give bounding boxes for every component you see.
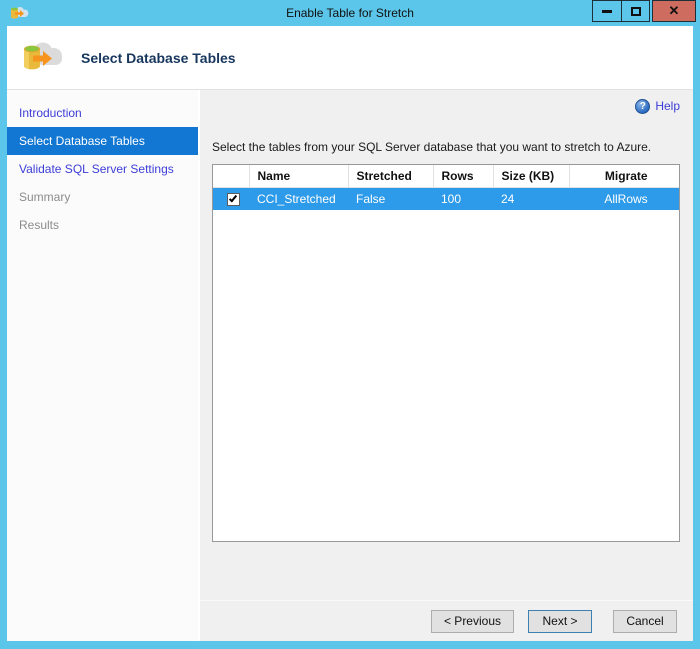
- previous-button[interactable]: < Previous: [430, 609, 514, 633]
- caption-buttons: ✕: [592, 0, 696, 22]
- minimize-icon: [602, 9, 612, 13]
- select-tables-panel: ? Help Select the tables from your SQL S…: [200, 90, 693, 600]
- tables-table: Name Stretched Rows Size (KB) Migrate CC…: [213, 165, 679, 210]
- instruction-text: Select the tables from your SQL Server d…: [212, 140, 652, 154]
- cell-size-kb: 24: [493, 187, 569, 210]
- help-link[interactable]: Help: [655, 99, 680, 113]
- cell-rows: 100: [433, 187, 493, 210]
- content-area: Introduction Select Database Tables Vali…: [7, 90, 693, 641]
- title-bar: Enable Table for Stretch ✕: [0, 0, 700, 26]
- button-bar: < Previous Next > Cancel: [200, 600, 693, 641]
- sidebar-item-introduction[interactable]: Introduction: [7, 99, 198, 127]
- dialog-frame: Select Database Tables Introduction Sele…: [7, 26, 693, 641]
- row-checkbox[interactable]: [226, 192, 240, 206]
- help-icon: ?: [635, 98, 651, 114]
- maximize-icon: [630, 6, 641, 16]
- sidebar-item-summary: Summary: [19, 190, 71, 204]
- sidebar-item-select-database-tables[interactable]: Select Database Tables: [7, 127, 198, 155]
- table-header-row: Name Stretched Rows Size (KB) Migrate: [213, 165, 679, 188]
- page-title: Select Database Tables: [81, 49, 236, 66]
- column-header-rows[interactable]: Rows: [433, 165, 494, 188]
- next-button[interactable]: Next >: [528, 609, 592, 633]
- column-header-size-kb[interactable]: Size (KB): [493, 165, 570, 188]
- cancel-button[interactable]: Cancel: [613, 609, 677, 633]
- checkmark-icon: [228, 194, 238, 203]
- close-icon: ✕: [668, 3, 680, 18]
- column-header-checkbox: [213, 165, 250, 188]
- table-row[interactable]: CCI_Stretched False 100 24 AllRows: [213, 187, 679, 210]
- tables-grid: Name Stretched Rows Size (KB) Migrate CC…: [212, 164, 680, 542]
- cell-name: CCI_Stretched: [249, 187, 348, 210]
- maximize-button[interactable]: [621, 0, 650, 22]
- wizard-steps-sidebar: Introduction Select Database Tables Vali…: [7, 90, 200, 641]
- column-header-stretched[interactable]: Stretched: [348, 165, 434, 188]
- stretch-database-icon: [24, 42, 62, 69]
- close-button[interactable]: ✕: [652, 0, 696, 22]
- help-row: ? Help: [212, 98, 680, 114]
- column-header-migrate[interactable]: Migrate: [569, 165, 679, 188]
- enable-table-for-stretch-dialog: { "window": { "title": "Enable Table for…: [0, 0, 700, 649]
- cell-stretched: False: [348, 187, 433, 210]
- column-header-name[interactable]: Name: [249, 165, 349, 188]
- sidebar-item-validate-sql-server-settings[interactable]: Validate SQL Server Settings: [7, 155, 198, 183]
- wizard-header: Select Database Tables: [7, 26, 693, 90]
- main-column: ? Help Select the tables from your SQL S…: [200, 90, 693, 641]
- cell-migrate: AllRows: [569, 187, 679, 210]
- minimize-button[interactable]: [592, 0, 621, 22]
- sidebar-item-results: Results: [19, 218, 60, 232]
- row-checkbox-cell: [213, 187, 249, 210]
